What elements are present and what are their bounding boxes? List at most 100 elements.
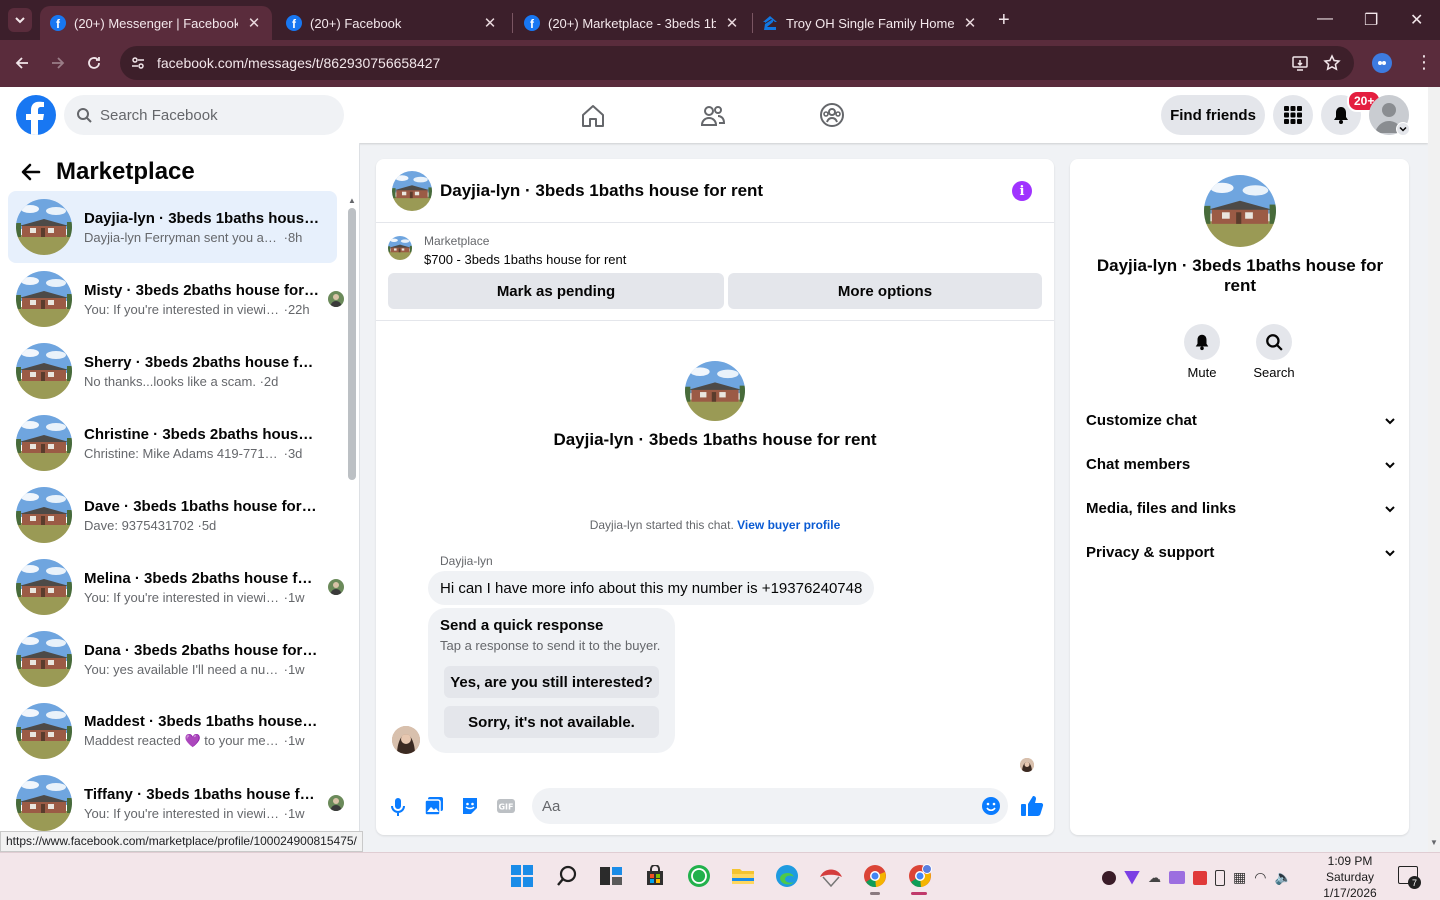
message-input[interactable]: Aa — [532, 788, 1008, 824]
back-arrow-icon[interactable] — [20, 161, 42, 183]
info-icon[interactable]: i — [1012, 181, 1032, 201]
scroll-up-icon[interactable]: ▲ — [348, 196, 356, 205]
system-tray: ☁ ▦ ◠ 🔈 — [1102, 869, 1292, 886]
conversation-item[interactable]: Dave · 3beds 1baths house for rent Dave: … — [8, 479, 337, 551]
conversation-item[interactable]: Melina · 3beds 2baths house for rent You:… — [8, 551, 344, 623]
details-avatar[interactable] — [1204, 175, 1276, 247]
media-files-section[interactable]: Media, files and links — [1086, 500, 1396, 517]
conversation-item[interactable]: Sherry · 3beds 2baths house for rent No t… — [8, 335, 337, 407]
app-icon[interactable] — [817, 862, 845, 890]
listing-thumbnail[interactable] — [388, 236, 412, 260]
reload-icon[interactable] — [86, 55, 102, 71]
browser-menu-icon[interactable]: ⋮ — [1415, 53, 1433, 71]
taskbar-search-icon[interactable] — [553, 862, 581, 890]
chrome-active-icon[interactable] — [905, 862, 935, 890]
home-icon[interactable] — [580, 103, 606, 129]
mark-pending-button[interactable]: Mark as pending — [388, 273, 724, 309]
scroll-down-icon[interactable]: ▼ — [1430, 838, 1438, 847]
tray-vpn-icon[interactable] — [1124, 870, 1140, 885]
running-indicator — [870, 892, 880, 895]
task-view-icon[interactable] — [597, 862, 625, 890]
details-title: Dayjia-lyn · 3beds 1baths house for rent — [1096, 256, 1384, 295]
find-friends-button[interactable]: Find friends — [1161, 95, 1265, 135]
back-arrow-icon[interactable] — [14, 55, 30, 71]
mute-button[interactable] — [1184, 324, 1220, 360]
customize-chat-section[interactable]: Customize chat — [1086, 412, 1396, 429]
conversation-item[interactable]: Dayjia-lyn · 3beds 1baths house for rent… — [8, 191, 337, 263]
close-icon[interactable]: ✕ — [724, 14, 740, 32]
conversation-item[interactable]: Dana · 3beds 2baths house for rent You: y… — [8, 623, 337, 695]
thumbs-up-icon[interactable] — [1020, 794, 1044, 818]
account-chevron-icon[interactable] — [1396, 122, 1410, 136]
close-icon[interactable]: ✕ — [482, 14, 498, 32]
start-icon[interactable] — [508, 862, 536, 890]
tray-app-icon[interactable] — [1102, 870, 1116, 885]
intro-avatar[interactable] — [685, 361, 745, 421]
search-box[interactable]: Search Facebook — [64, 95, 344, 135]
facebook-logo-icon[interactable] — [16, 95, 56, 135]
conversation-item[interactable]: Maddest · 3beds 1baths house for rent Mad… — [8, 695, 337, 767]
close-icon[interactable]: ✕ — [962, 14, 978, 32]
restore-button[interactable]: ❐ — [1364, 10, 1378, 30]
site-settings-icon[interactable] — [130, 55, 146, 71]
tab-facebook[interactable]: f (20+) Facebook ✕ — [276, 6, 508, 40]
list-scrollbar-thumb[interactable] — [348, 208, 356, 480]
conversation-item[interactable]: Christine · 3beds 2baths house for rent C… — [8, 407, 337, 479]
chrome-icon[interactable] — [861, 862, 889, 890]
store-icon[interactable] — [641, 862, 669, 890]
sticker-icon[interactable] — [460, 796, 480, 816]
conversation-time: 22h — [287, 301, 310, 317]
window-close-button[interactable]: ✕ — [1410, 10, 1423, 30]
tray-folder-icon[interactable] — [1169, 871, 1185, 884]
listing-title[interactable]: $700 - 3beds 1baths house for rent — [424, 252, 626, 267]
chevron-down-icon — [1385, 505, 1395, 512]
separator: · — [280, 805, 288, 821]
tray-battery-icon[interactable] — [1215, 869, 1225, 886]
tray-cloud-off-icon[interactable]: ☁ — [1148, 870, 1161, 886]
quick-reply-interested-button[interactable]: Yes, are you still interested? — [444, 666, 659, 698]
close-icon[interactable]: ✕ — [246, 14, 262, 32]
tab-search-button[interactable] — [8, 8, 32, 32]
new-tab-button[interactable]: + — [998, 9, 1010, 32]
page-scrollbar[interactable] — [1428, 87, 1440, 852]
conversation-item[interactable]: Tiffany · 3beds 1baths house for rent You… — [8, 767, 344, 839]
conversation-name: Christine · 3beds 2baths house for rent — [84, 425, 320, 443]
house-avatar[interactable] — [392, 170, 432, 211]
tab-messenger[interactable]: f (20+) Messenger | Facebook ✕ — [40, 6, 272, 40]
view-buyer-profile-link[interactable]: View buyer profile — [737, 518, 840, 532]
chat-title[interactable]: Dayjia-lyn · 3beds 1baths house for rent — [440, 181, 763, 201]
tray-media-icon[interactable] — [1193, 870, 1207, 885]
edge-icon[interactable] — [773, 862, 801, 890]
section-label: Chat members — [1086, 456, 1191, 473]
friends-icon[interactable] — [700, 103, 726, 129]
volume-icon[interactable]: 🔈 — [1274, 869, 1291, 886]
photo-icon[interactable] — [424, 796, 444, 816]
chevron-down-icon — [1385, 549, 1395, 556]
whatsapp-icon[interactable] — [685, 862, 713, 890]
minimize-button[interactable]: — — [1317, 10, 1333, 28]
emoji-icon[interactable] — [981, 796, 1001, 816]
install-app-icon[interactable] — [1291, 54, 1309, 72]
conversation-item[interactable]: Misty · 3beds 2baths house for rent You: … — [8, 263, 344, 335]
chat-members-section[interactable]: Chat members — [1086, 456, 1396, 473]
conversation-time: 1w — [287, 805, 305, 821]
forward-arrow-icon[interactable] — [50, 55, 66, 71]
microphone-icon[interactable] — [389, 797, 407, 817]
clock[interactable]: 1:09 PM Saturday 1/17/2026 — [1314, 853, 1386, 900]
file-explorer-icon[interactable] — [729, 862, 757, 890]
profile-avatar-icon[interactable] — [1372, 53, 1392, 73]
tab-marketplace[interactable]: f (20+) Marketplace - 3beds 1baths ✕ — [514, 6, 750, 40]
menu-button[interactable] — [1273, 95, 1313, 135]
bookmark-star-icon[interactable] — [1323, 54, 1341, 72]
privacy-support-section[interactable]: Privacy & support — [1086, 544, 1396, 561]
message-bubble[interactable]: Hi can I have more info about this my nu… — [428, 571, 875, 605]
more-options-button[interactable]: More options — [728, 273, 1042, 309]
quick-reply-not-available-button[interactable]: Sorry, it's not available. — [444, 706, 659, 738]
wifi-icon[interactable]: ◠ — [1254, 869, 1266, 886]
gif-icon[interactable]: GIF — [496, 796, 516, 816]
groups-icon[interactable] — [819, 102, 845, 128]
tab-zillow[interactable]: Troy OH Single Family Homes For Rent ✕ — [752, 6, 988, 40]
sender-avatar[interactable] — [392, 726, 420, 754]
tray-network-grid-icon[interactable]: ▦ — [1233, 869, 1246, 886]
search-chat-button[interactable] — [1256, 324, 1292, 360]
